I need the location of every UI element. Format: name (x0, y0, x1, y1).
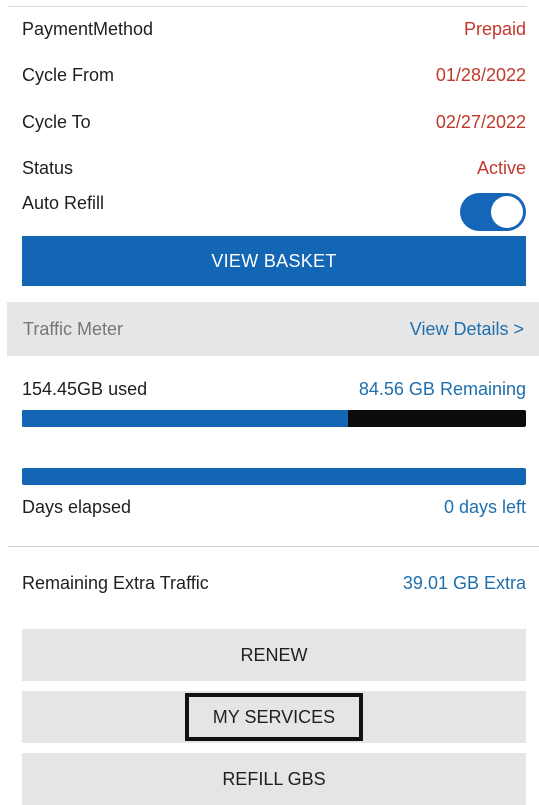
my-services-label: MY SERVICES (212, 706, 336, 727)
extra-traffic-label: Remaining Extra Traffic (22, 572, 209, 593)
auto-refill-toggle[interactable] (460, 193, 526, 231)
renew-label: RENEW (240, 644, 308, 665)
payment-method-label: PaymentMethod (22, 18, 154, 39)
refill-gbs-button[interactable]: REFILL GBS (22, 753, 526, 805)
view-basket-button[interactable]: VIEW BASKET (22, 236, 526, 286)
days-left-label: 0 days left (443, 496, 526, 517)
traffic-meter-header: Traffic Meter View Details > (7, 302, 539, 356)
status-badge: Active (476, 157, 526, 178)
status-label: Status (22, 157, 74, 178)
renew-button[interactable]: RENEW (22, 629, 526, 681)
payment-method-row: PaymentMethod Prepaid (22, 14, 526, 44)
top-divider (8, 6, 527, 7)
cycle-to-value: 02/27/2022 (435, 111, 526, 132)
days-progress-bar (22, 468, 526, 485)
used-label: 154.45GB used (22, 378, 148, 399)
status-row: Status Active (22, 153, 526, 183)
my-services-highlight: MY SERVICES (185, 693, 363, 741)
usage-progress-bar (22, 410, 526, 427)
cycle-to-row: Cycle To 02/27/2022 (22, 107, 526, 137)
refill-gbs-label: REFILL GBS (222, 768, 326, 789)
auto-refill-row: Auto Refill (22, 193, 526, 231)
cycle-from-label: Cycle From (22, 64, 115, 85)
view-details-link[interactable]: View Details > (410, 302, 524, 356)
extra-traffic-row: Remaining Extra Traffic 39.01 GB Extra (22, 568, 526, 598)
my-services-button[interactable]: MY SERVICES (22, 691, 526, 743)
days-row: Days elapsed 0 days left (22, 492, 526, 522)
days-progress-fill (22, 468, 526, 485)
traffic-meter-title: Traffic Meter (23, 318, 124, 339)
remaining-label: 84.56 GB Remaining (358, 378, 526, 399)
auto-refill-label: Auto Refill (22, 193, 105, 213)
extra-traffic-value: 39.01 GB Extra (402, 572, 526, 593)
days-elapsed-label: Days elapsed (22, 496, 132, 517)
cycle-from-row: Cycle From 01/28/2022 (22, 60, 526, 90)
usage-row: 154.45GB used 84.56 GB Remaining (22, 374, 526, 404)
section-divider (8, 546, 539, 547)
payment-method-value: Prepaid (463, 18, 526, 39)
cycle-from-value: 01/28/2022 (435, 64, 526, 85)
toggle-knob (491, 196, 523, 228)
usage-progress-fill (22, 410, 348, 427)
cycle-to-label: Cycle To (22, 111, 91, 132)
